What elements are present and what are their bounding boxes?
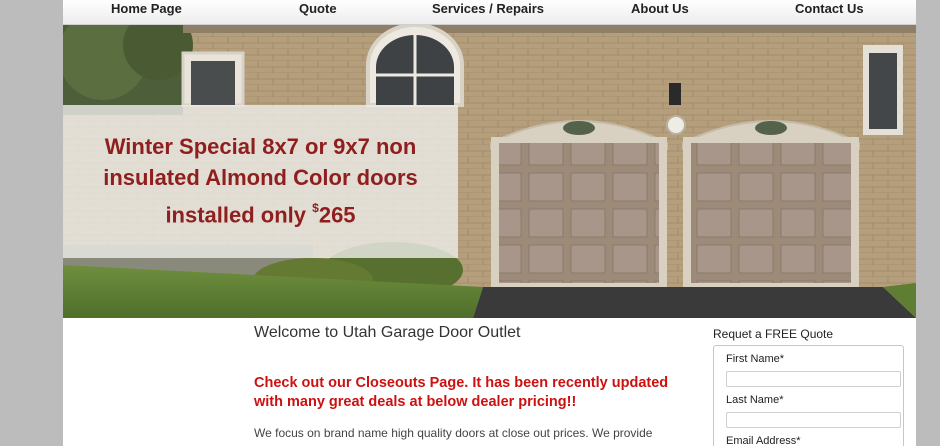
promo-price-prefix: installed only (165, 202, 313, 228)
page-container: Home Page Quote Services / Repairs About… (63, 0, 916, 446)
nav-contact-us[interactable]: Contact Us (795, 0, 864, 20)
first-name-label: First Name* (726, 353, 785, 365)
last-name-label: Last Name* (726, 394, 784, 406)
quote-form: First Name* Last Name* Email Address* (713, 345, 904, 446)
promo-banner: Winter Special 8x7 or 9x7 non insulated … (63, 105, 458, 258)
email-label: Email Address* (726, 435, 801, 446)
promo-currency: $ (312, 201, 319, 215)
intro-paragraph: We focus on brand name high quality door… (254, 426, 653, 440)
hero-banner: Winter Special 8x7 or 9x7 non insulated … (63, 25, 916, 318)
first-name-field[interactable] (726, 371, 901, 387)
nav-about-us[interactable]: About Us (631, 0, 689, 20)
nav-home-page[interactable]: Home Page (111, 0, 182, 20)
nav-services-repairs[interactable]: Services / Repairs (432, 0, 544, 20)
page-title: Welcome to Utah Garage Door Outlet (254, 324, 521, 341)
promo-line-1: Winter Special 8x7 or 9x7 non (104, 134, 417, 159)
last-name-field[interactable] (726, 412, 901, 428)
closeouts-notice[interactable]: Check out our Closeouts Page. It has bee… (254, 374, 694, 412)
promo-price: 265 (318, 202, 356, 228)
nav-quote[interactable]: Quote (299, 0, 337, 20)
promo-line-2: insulated Almond Color doors (103, 165, 418, 190)
promo-line-3: installed only $265 (63, 197, 458, 228)
main-nav: Home Page Quote Services / Repairs About… (63, 0, 916, 25)
quote-form-title: Requet a FREE Quote (713, 327, 834, 341)
